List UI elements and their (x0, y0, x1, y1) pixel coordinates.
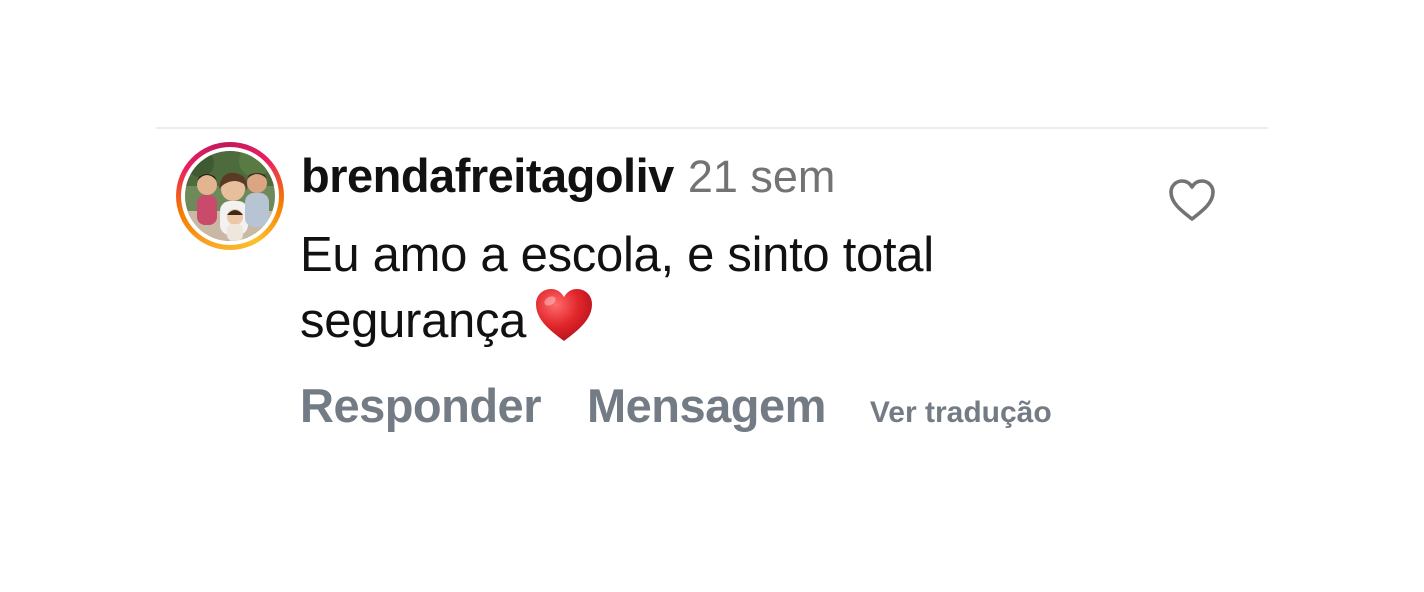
red-heart-icon (534, 287, 594, 359)
reply-button[interactable]: Responder (300, 378, 542, 433)
comment-divider (156, 127, 1268, 129)
comment-header: brendafreitagoliv 21 sem (301, 148, 835, 202)
comment-text: Eu amo a escola, e sinto total segurança (300, 228, 934, 348)
username[interactable]: brendafreitagoliv (301, 148, 674, 203)
message-button[interactable]: Mensagem (587, 378, 826, 433)
heart-outline-icon[interactable] (1166, 176, 1218, 224)
see-translation-button[interactable]: Ver tradução (870, 396, 1052, 430)
comment-actions: Responder Mensagem Ver tradução (300, 378, 1052, 438)
comment-text-block: Eu amo a escola, e sinto total segurança (300, 223, 1100, 359)
timestamp: 21 sem (687, 151, 836, 202)
avatar[interactable] (176, 142, 284, 250)
avatar-photo (185, 151, 275, 241)
